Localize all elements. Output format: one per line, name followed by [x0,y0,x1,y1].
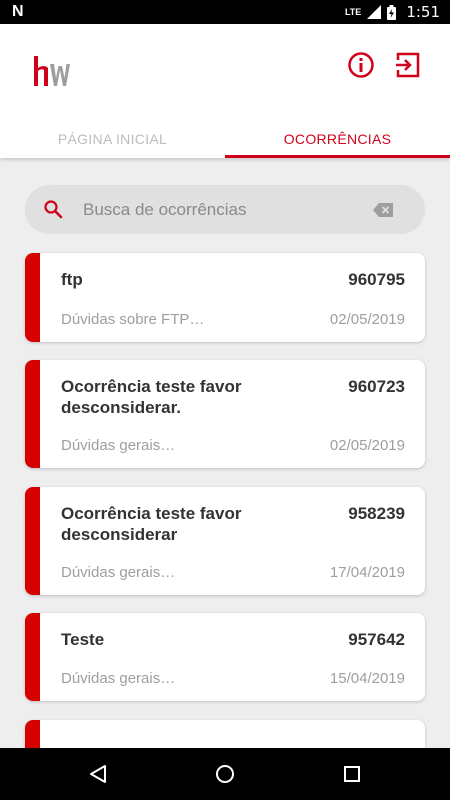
occurrence-card[interactable]: Teste 957642 Dúvidas gerais… 15/04/2019 [25,613,425,701]
occurrence-subject: Dúvidas sobre FTP… [61,311,205,328]
occurrence-date: 15/04/2019 [329,670,405,687]
status-indicators: LTE 1:51 [345,3,440,21]
card-accent-bar [25,487,40,595]
system-nav-bar [0,748,450,800]
notification-n-icon: N [12,3,24,20]
search-bar [25,185,425,234]
status-time: 1:51 [406,3,440,21]
occurrence-number: 957642 [348,630,405,649]
tab-pagina-inicial[interactable]: PÁGINA INICIAL [0,120,225,158]
lte-label: LTE [344,7,362,17]
occurrence-subject: Dúvidas gerais… [61,564,176,581]
card-accent-bar [25,613,40,701]
occurrence-title: ftp [61,270,83,289]
occurrence-title: Teste [61,630,105,649]
tab-ocorrencias[interactable]: OCORRÊNCIAS [225,120,450,158]
home-icon[interactable] [215,764,235,784]
occurrence-title: Ocorrência teste favor desconsiderar. [61,377,242,417]
hw-logo [34,56,70,86]
app-header: PÁGINA INICIAL OCORRÊNCIAS [0,24,450,158]
occurrence-card[interactable]: ftp 960795 Dúvidas sobre FTP… 02/05/2019 [25,253,425,342]
occurrence-subject: Dúvidas gerais… [61,670,176,687]
battery-icon [387,4,397,20]
occurrence-number: 960723 [348,377,405,396]
occurrence-date: 02/05/2019 [329,437,405,454]
recents-icon[interactable] [342,764,362,784]
card-accent-bar [25,253,40,342]
occurrence-card[interactable]: Ocorrência teste favor desconsiderar. 96… [25,360,425,468]
clear-icon[interactable] [373,203,393,217]
search-icon [44,200,63,219]
tab-bar: PÁGINA INICIAL OCORRÊNCIAS [0,120,450,158]
status-bar: N LTE 1:51 [0,0,450,24]
card-accent-bar [25,360,40,468]
back-icon[interactable] [88,764,108,784]
occurrence-subject: Dúvidas gerais… [61,437,176,454]
occurrence-date: 17/04/2019 [329,564,405,581]
occurrence-number: 958239 [348,504,405,523]
occurrence-card[interactable]: Ocorrência teste favor desconsiderar 958… [25,487,425,595]
occurrence-number: 960795 [348,270,405,289]
search-input[interactable] [83,185,363,234]
occurrence-title: Ocorrência teste favor desconsiderar [61,504,242,544]
occurrence-date: 02/05/2019 [329,311,405,328]
info-icon[interactable] [347,51,375,79]
logout-icon[interactable] [394,51,422,79]
signal-icon [367,5,382,19]
